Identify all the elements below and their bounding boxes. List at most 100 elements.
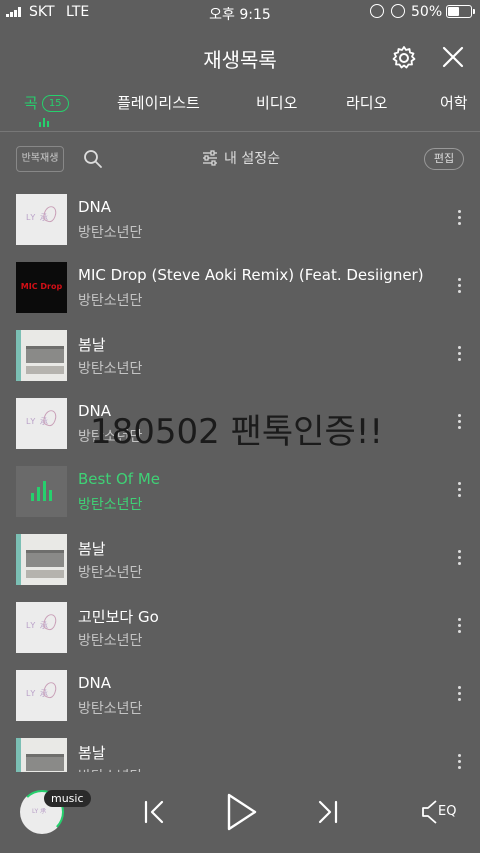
track-row[interactable]: MIC Drop MIC Drop (Steve Aoki Remix) (Fea…	[0, 254, 480, 322]
track-title: MIC Drop (Steve Aoki Remix) (Feat. Desii…	[78, 266, 424, 284]
album-art	[16, 466, 67, 517]
song-count-badge: 15	[41, 95, 69, 112]
album-art-shelf	[26, 550, 64, 567]
now-playing-indicator-icon	[39, 118, 49, 127]
track-artist: 방탄소년단	[78, 497, 143, 513]
album-art-band	[16, 738, 21, 772]
sort-label: 내 설정순	[224, 151, 280, 167]
more-options-button[interactable]	[452, 550, 466, 572]
track-artist: 방탄소년단	[78, 225, 143, 241]
more-options-button[interactable]	[452, 346, 466, 368]
track-title: DNA	[78, 674, 112, 692]
kebab-menu-icon	[452, 482, 466, 497]
skip-next-icon	[318, 800, 338, 824]
kebab-menu-icon	[452, 278, 466, 293]
more-options-button[interactable]	[452, 210, 466, 232]
album-art-shelf	[26, 570, 64, 578]
tab-radio[interactable]: 라디오	[346, 92, 387, 113]
kebab-menu-icon	[452, 346, 466, 361]
track-row[interactable]: Best Of Me 방탄소년단	[0, 458, 480, 526]
album-art: LY 承	[16, 670, 67, 721]
battery-icon	[446, 5, 475, 18]
track-row[interactable]: 봄날방탄소년단	[0, 322, 480, 390]
kebab-menu-icon	[452, 210, 466, 225]
more-options-button[interactable]	[452, 414, 466, 436]
album-art-band	[16, 534, 21, 585]
album-art-text: LY 承	[32, 808, 47, 815]
music-badge: music	[44, 790, 91, 807]
track-title: 봄날	[78, 744, 106, 762]
skip-previous-icon	[144, 800, 164, 824]
track-row[interactable]: 봄날방탄소년단	[0, 730, 480, 772]
overlay-caption: 180502 팬톡인증!!	[90, 412, 383, 452]
clock: 오후 9:15	[209, 7, 271, 23]
track-title: 봄날	[78, 540, 106, 558]
edit-button[interactable]: 편집	[424, 148, 464, 170]
track-artist: 방탄소년단	[78, 293, 143, 309]
search-button[interactable]	[83, 149, 103, 169]
previous-button[interactable]	[140, 798, 168, 826]
next-button[interactable]	[314, 798, 342, 826]
kebab-menu-icon	[452, 754, 466, 769]
kebab-menu-icon	[452, 550, 466, 565]
album-art: LY 承	[16, 194, 67, 245]
status-bar: SKT LTE 오후 9:15 50%	[0, 0, 480, 24]
play-button[interactable]	[224, 792, 258, 832]
eq-label: EQ	[438, 804, 457, 819]
album-art-shelf	[26, 366, 64, 374]
track-artist: 방탄소년단	[78, 633, 143, 649]
album-art-shelf	[26, 754, 64, 771]
kebab-menu-icon	[452, 618, 466, 633]
album-art: LY 承	[16, 602, 67, 653]
gear-icon	[392, 46, 416, 69]
more-options-button[interactable]	[452, 278, 466, 300]
sort-button[interactable]: 내 설정순	[202, 148, 280, 168]
track-artist: 방탄소년단	[78, 701, 143, 717]
track-artist: 방탄소년단	[78, 565, 143, 581]
mini-player: LY 承 music EQ	[0, 772, 480, 853]
equalizer-button[interactable]: EQ	[420, 798, 464, 826]
battery-percent: 50%	[411, 4, 443, 20]
kebab-menu-icon	[452, 686, 466, 701]
settings-button[interactable]	[390, 44, 418, 72]
kebab-menu-icon	[452, 414, 466, 429]
tab-language[interactable]: 어학	[440, 92, 468, 113]
alarm-icon	[391, 4, 405, 18]
more-options-button[interactable]	[452, 754, 466, 772]
track-list: LY 承 DNA 방탄소년단 MIC Drop MIC Drop (Steve Aoki…	[0, 186, 480, 772]
rotation-lock-icon	[370, 4, 384, 18]
track-artist: 방탄소년단	[78, 361, 143, 377]
track-row[interactable]: LY 承 DNA 방탄소년단	[0, 186, 480, 254]
list-toolbar: 반복재생 내 설정순 편집	[0, 140, 480, 180]
album-art	[16, 738, 67, 772]
sliders-icon	[203, 150, 217, 166]
track-title: Best Of Me	[78, 470, 161, 488]
track-row[interactable]: 봄날방탄소년단	[0, 526, 480, 594]
tab-video[interactable]: 비디오	[256, 92, 297, 113]
album-art: MIC Drop	[16, 262, 67, 313]
album-art	[16, 534, 67, 585]
close-button[interactable]	[440, 44, 466, 70]
tab-songs[interactable]: 곡 15	[24, 92, 69, 113]
more-options-button[interactable]	[452, 686, 466, 708]
track-title: 봄날	[78, 336, 106, 354]
track-title: 고민보다 Go	[78, 608, 159, 626]
more-options-button[interactable]	[452, 618, 466, 640]
equalizer-bars-icon	[31, 481, 52, 501]
play-icon	[227, 793, 257, 831]
track-row[interactable]: LY 承 고민보다 Go 방탄소년단	[0, 594, 480, 662]
track-title: DNA	[78, 198, 112, 216]
album-art: LY 承	[16, 398, 67, 449]
close-icon	[442, 46, 464, 68]
album-art-text: MIC Drop	[20, 282, 63, 291]
search-icon	[84, 150, 102, 168]
album-art-band	[16, 330, 21, 381]
more-options-button[interactable]	[452, 482, 466, 504]
tab-bar: 곡 15 플레이리스트 비디오 라디오 어학	[0, 88, 480, 132]
tab-playlist[interactable]: 플레이리스트	[117, 92, 200, 113]
track-row[interactable]: LY 承 DNA 방탄소년단	[0, 662, 480, 730]
tab-songs-label: 곡	[24, 94, 38, 112]
album-art-shelf	[26, 346, 64, 363]
album-art	[16, 330, 67, 381]
repeat-button[interactable]: 반복재생	[16, 146, 64, 172]
